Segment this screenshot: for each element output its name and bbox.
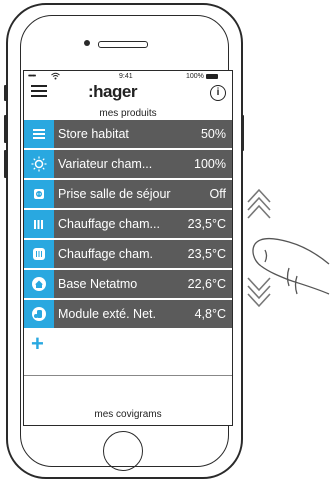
heater-icon [33,248,45,260]
product-label: Prise salle de séjour [58,187,171,201]
product-row-base-netatmo[interactable]: Base Netatmo 22,6°C [24,270,232,300]
product-label: Chauffage cham. [58,247,153,261]
product-label: Base Netatmo [58,277,138,291]
product-value: 100% [194,157,226,171]
wifi-icon [51,72,60,80]
product-label: Chauffage cham... [58,217,160,231]
volume-down-button [4,150,7,178]
blinds-icon [33,129,45,139]
divider [24,375,232,376]
earpiece-speaker [98,41,148,48]
product-value: 4,8°C [194,307,226,321]
product-row-module-exterieur[interactable]: Module exté. Net. 4,8°C [24,300,232,330]
outdoor-module-icon [32,307,46,321]
chevron-down-icon [247,277,271,308]
chevron-up-icon [247,188,271,219]
product-label: Variateur cham... [58,157,153,171]
mute-switch [4,85,7,101]
status-time: 9:41 [119,73,133,80]
product-label: Store habitat [58,127,129,141]
product-value: 23,5°C [187,247,226,261]
hamburger-menu-icon[interactable] [31,85,47,97]
product-row-chauffage-1[interactable]: Chauffage cham... 23,5°C [24,210,232,240]
hand-pointer-icon [252,237,330,295]
home-station-icon [32,277,46,291]
battery-icon [206,74,218,79]
product-label: Module exté. Net. [58,307,156,321]
front-camera [84,40,90,46]
battery-percent: 100% [186,73,204,80]
hager-logo: :hager [88,82,137,101]
dimmer-icon [31,156,47,172]
product-row-chauffage-2[interactable]: Chauffage cham. 23,5°C [24,240,232,270]
product-value: 50% [200,127,226,141]
app-screen: ••••• 9:41 100% :hager i mes produits St… [23,70,233,426]
product-row-store[interactable]: Store habitat 50% [24,120,232,150]
product-value: 23,5°C [187,217,226,231]
swipe-gesture-illustration [247,188,330,308]
volume-up-button [4,115,7,143]
add-product-button[interactable]: + [31,333,44,355]
product-row-variateur[interactable]: Variateur cham... 100% [24,150,232,180]
home-button[interactable] [103,431,143,471]
product-value: 22,6°C [187,277,226,291]
socket-icon [34,189,44,199]
radiator-icon [34,220,43,229]
info-icon[interactable]: i [210,85,226,101]
page-title: mes produits [99,108,157,119]
covigrams-link[interactable]: mes covigrams [24,409,232,420]
product-value: Off [209,187,226,201]
product-list: Store habitat 50% Variateur cham... 100%… [24,120,232,330]
product-row-prise[interactable]: Prise salle de séjour Off [24,180,232,210]
power-button [241,115,244,151]
signal-indicator: ••••• [28,73,36,80]
